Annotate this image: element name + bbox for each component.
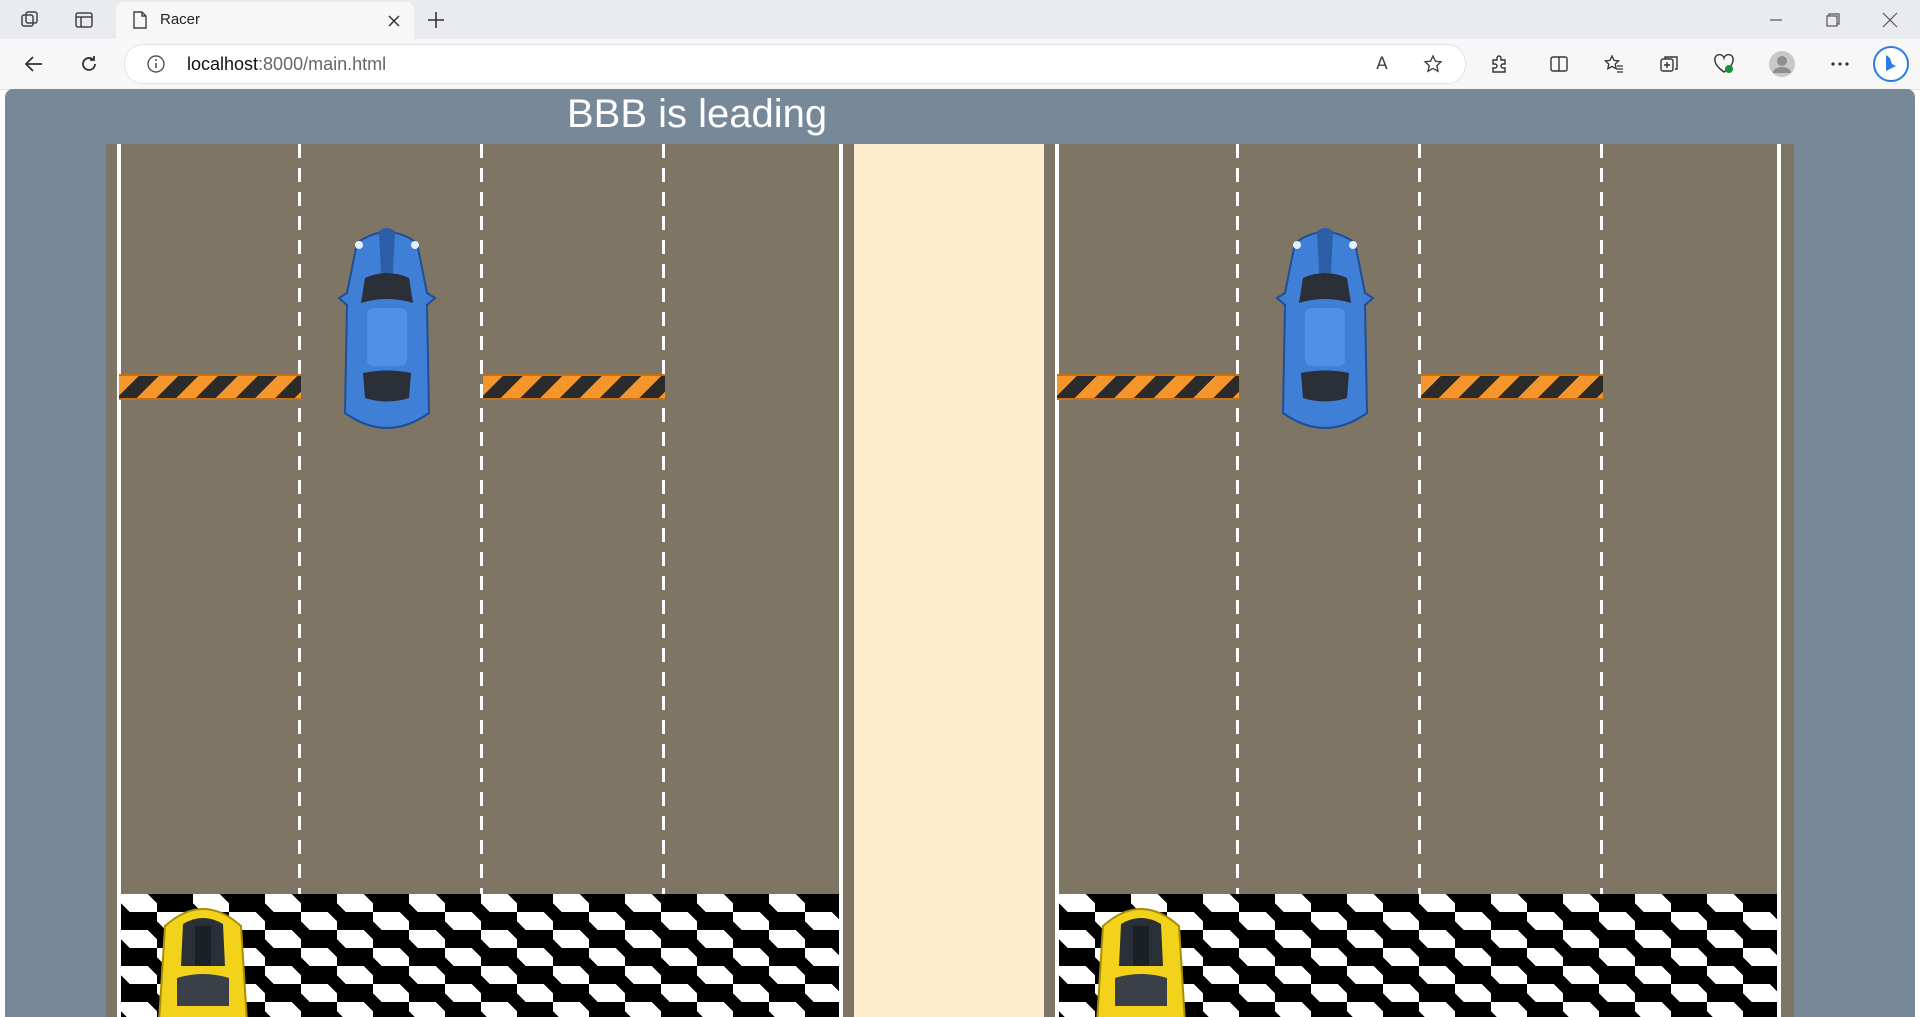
- back-icon[interactable]: [22, 52, 46, 76]
- close-tab-icon[interactable]: [384, 11, 404, 31]
- address-bar[interactable]: localhost:8000/main.html A: [124, 44, 1466, 84]
- browser-essentials-icon[interactable]: [1712, 52, 1736, 76]
- road-edge-right: [1777, 144, 1781, 1017]
- lane-divider: [480, 144, 483, 894]
- opponent-blue-car: [1275, 228, 1375, 429]
- tab-actions-icon[interactable]: [72, 8, 96, 32]
- barrier-obstacle: [1421, 374, 1603, 400]
- lane-divider: [1236, 144, 1239, 894]
- url-path: :8000/main.html: [258, 54, 387, 74]
- copilot-icon[interactable]: [1872, 45, 1910, 83]
- lane-divider: [1600, 144, 1603, 894]
- track-player-1: [117, 144, 843, 1017]
- leader-status-text: BBB is leading: [567, 92, 828, 136]
- road-edge-left: [117, 144, 121, 1017]
- site-info-icon[interactable]: [145, 53, 167, 75]
- favorite-star-icon[interactable]: [1422, 53, 1444, 75]
- url-text[interactable]: localhost:8000/main.html: [187, 54, 386, 75]
- opponent-blue-car: [337, 228, 437, 429]
- player-yellow-car: [1096, 908, 1186, 1017]
- close-window-icon[interactable]: [1878, 8, 1902, 32]
- tab-title: Racer: [160, 11, 201, 28]
- lane-divider: [662, 144, 665, 894]
- restore-icon[interactable]: [1821, 8, 1845, 32]
- player-yellow-car: [158, 908, 248, 1017]
- barrier-obstacle: [483, 374, 665, 400]
- road-edge-right: [839, 144, 843, 1017]
- barrier-obstacle: [1057, 374, 1239, 400]
- more-menu-icon[interactable]: [1828, 52, 1852, 76]
- page-icon: [130, 10, 150, 30]
- center-median: [854, 144, 1044, 1017]
- split-screen-icon[interactable]: [1547, 52, 1571, 76]
- extensions-icon[interactable]: [1487, 52, 1511, 76]
- new-tab-icon[interactable]: [424, 8, 448, 32]
- refresh-icon[interactable]: [77, 52, 101, 76]
- url-host: localhost: [187, 54, 259, 74]
- favorites-icon[interactable]: [1602, 52, 1626, 76]
- collections-icon[interactable]: [1657, 52, 1681, 76]
- minimize-icon[interactable]: [1764, 8, 1788, 32]
- browser-toolbar: localhost:8000/main.html A: [0, 39, 1920, 90]
- read-aloud-icon[interactable]: A: [1371, 53, 1393, 75]
- track-player-2: [1055, 144, 1781, 1017]
- game-viewport: BBB is leading: [5, 89, 1915, 1017]
- road-edge-left: [1055, 144, 1059, 1017]
- lane-divider: [298, 144, 301, 894]
- workspaces-icon[interactable]: [18, 8, 42, 32]
- active-tab[interactable]: Racer: [116, 2, 414, 39]
- browser-tab-strip: Racer: [0, 0, 1920, 39]
- profile-avatar-icon[interactable]: [1768, 50, 1796, 78]
- barrier-obstacle: [119, 374, 301, 400]
- lane-divider: [1418, 144, 1421, 894]
